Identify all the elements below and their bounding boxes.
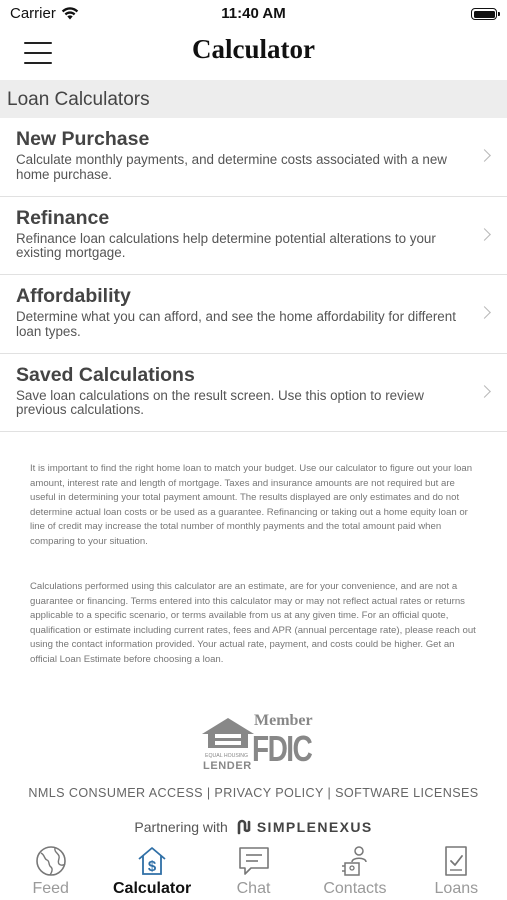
tab-chat[interactable]: Chat bbox=[203, 840, 304, 900]
footer-separator: | bbox=[327, 786, 332, 800]
battery-icon bbox=[471, 8, 500, 20]
page-title: Calculator bbox=[192, 34, 315, 64]
chevron-right-icon bbox=[478, 149, 491, 162]
tab-label: Chat bbox=[236, 880, 271, 897]
tab-label: Loans bbox=[434, 880, 479, 897]
loan-calculator-list: New Purchase Calculate monthly payments,… bbox=[0, 118, 507, 432]
partner-branding: Partnering with SIMPLENEXUS bbox=[0, 819, 507, 835]
eho-bottom-text: LENDER bbox=[203, 760, 252, 772]
tab-calculator[interactable]: $ Calculator bbox=[101, 840, 202, 900]
fdic-text: FDIC bbox=[252, 728, 313, 769]
tab-feed[interactable]: Feed bbox=[0, 840, 101, 900]
partnering-label: Partnering with bbox=[134, 819, 228, 835]
compliance-logos: EQUAL HOUSING LENDER Member FDIC bbox=[200, 712, 313, 772]
nmls-consumer-access-link[interactable]: NMLS CONSUMER ACCESS bbox=[28, 786, 203, 800]
tab-label: Calculator bbox=[112, 880, 192, 897]
navigation-bar: Calculator bbox=[0, 28, 507, 80]
calculator-house-icon: $ bbox=[138, 847, 166, 875]
tab-bar: Feed $ Calculator Chat Contacts Loans bbox=[0, 840, 507, 900]
list-item-refinance[interactable]: Refinance Refinance loan calculations he… bbox=[0, 197, 507, 275]
list-item-new-purchase[interactable]: New Purchase Calculate monthly payments,… bbox=[0, 118, 507, 197]
status-time: 11:40 AM bbox=[221, 5, 286, 22]
section-header: Loan Calculators bbox=[0, 80, 507, 118]
status-bar: Carrier 11:40 AM bbox=[0, 0, 507, 28]
list-item-title: New Purchase bbox=[16, 128, 150, 150]
chevron-right-icon bbox=[478, 227, 491, 241]
loan-document-icon bbox=[445, 846, 468, 876]
tab-label: Feed bbox=[32, 880, 69, 897]
disclaimer-text: It is important to find the right home l… bbox=[30, 463, 473, 547]
list-item-description: Determine what you can afford, and see t… bbox=[16, 309, 456, 339]
privacy-policy-link[interactable]: PRIVACY POLICY bbox=[214, 786, 323, 800]
simplenexus-logo: SIMPLENEXUS bbox=[236, 819, 373, 835]
chat-icon bbox=[238, 847, 269, 875]
globe-icon bbox=[35, 846, 66, 876]
list-item-title: Affordability bbox=[16, 285, 131, 307]
tab-contacts[interactable]: Contacts bbox=[304, 840, 405, 900]
chevron-right-icon bbox=[478, 384, 491, 398]
svg-text:$: $ bbox=[148, 858, 157, 875]
eho-top-text: EQUAL HOUSING bbox=[205, 753, 248, 759]
tab-loans[interactable]: Loans bbox=[406, 840, 507, 900]
contacts-icon bbox=[341, 846, 367, 876]
disclaimer-text: Calculations performed using this calcul… bbox=[30, 581, 476, 665]
section-header-label: Loan Calculators bbox=[7, 89, 150, 110]
footer-separator: | bbox=[206, 786, 211, 800]
simplenexus-text: SIMPLENEXUS bbox=[256, 819, 373, 835]
list-item-description: Calculate monthly payments, and determin… bbox=[16, 152, 447, 182]
footer-links: NMLS CONSUMER ACCESS | PRIVACY POLICY | … bbox=[0, 786, 507, 800]
software-licenses-link[interactable]: SOFTWARE LICENSES bbox=[335, 786, 479, 800]
list-item-saved-calculations[interactable]: Saved Calculations Save loan calculation… bbox=[0, 354, 507, 432]
simplenexus-mark-icon bbox=[237, 819, 251, 835]
tab-label: Contacts bbox=[323, 880, 387, 897]
list-item-title: Refinance bbox=[16, 206, 110, 229]
equal-housing-lender-icon: EQUAL HOUSING LENDER bbox=[202, 718, 254, 772]
list-item-affordability[interactable]: Affordability Determine what you can aff… bbox=[0, 275, 507, 354]
list-item-description: Refinance loan calculations help determi… bbox=[16, 230, 436, 260]
fdic-logo: Member FDIC bbox=[252, 712, 313, 772]
chevron-right-icon bbox=[478, 306, 491, 319]
list-item-title: Saved Calculations bbox=[16, 363, 195, 386]
list-item-description: Save loan calculations on the result scr… bbox=[16, 387, 424, 417]
